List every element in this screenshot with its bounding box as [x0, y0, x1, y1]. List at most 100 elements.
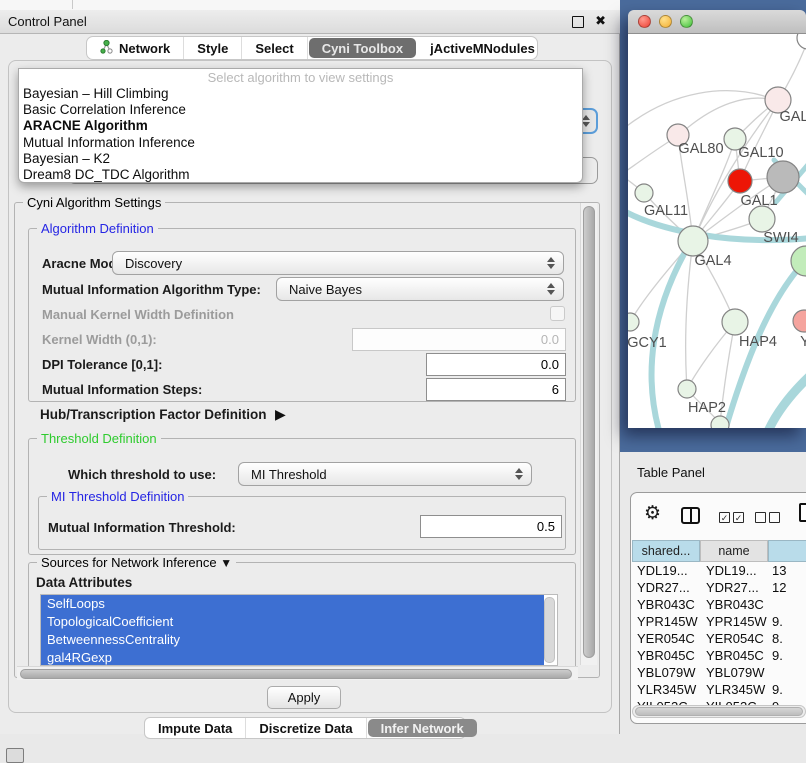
table-cell: YDR27...	[700, 579, 768, 596]
network-node[interactable]	[767, 161, 799, 193]
sources-title[interactable]: Sources for Network Inference ▼	[37, 555, 236, 570]
dpi-tolerance-field[interactable]: 0.0	[426, 353, 566, 376]
table-row[interactable]: YPR145WYPR145W9.	[632, 613, 806, 630]
mi-steps-field[interactable]: 6	[426, 378, 566, 401]
data-attributes-listbox[interactable]: SelfLoopsTopologicalCoefficientBetweenne…	[40, 594, 558, 666]
table-row[interactable]: YBR043CYBR043C	[632, 596, 806, 613]
node-label: Y	[800, 334, 806, 350]
tab-label: Style	[197, 41, 228, 56]
attribute-item[interactable]: BetweennessCentrality	[41, 631, 544, 649]
algorithm-option[interactable]: Bayesian – K2	[19, 151, 582, 167]
table-row[interactable]: YDR27...YDR27...12	[632, 579, 806, 596]
mi-steps-label: Mutual Information Steps:	[42, 382, 202, 397]
mi-threshold-field[interactable]: 0.5	[420, 515, 562, 538]
select-all-check-icon[interactable]: ✓	[733, 512, 744, 523]
zoom-window-icon[interactable]	[680, 15, 693, 28]
table-cell: YLR345W	[700, 681, 768, 698]
mi-threshold-label: Mutual Information Threshold:	[48, 520, 236, 535]
tab-label: Select	[255, 41, 293, 56]
float-window-icon[interactable]	[572, 16, 584, 28]
network-node[interactable]	[728, 169, 752, 193]
deselect-all-icon[interactable]	[755, 512, 766, 523]
column-header-cut[interactable]	[768, 540, 806, 562]
columns-icon[interactable]	[681, 507, 700, 524]
mi-threshold-definition-title: MI Threshold Definition	[47, 489, 188, 504]
settings-horizontal-scrollbar[interactable]	[17, 666, 578, 680]
which-threshold-combobox[interactable]: MI Threshold	[238, 462, 532, 486]
tab-select[interactable]: Select	[242, 37, 307, 59]
attribute-item[interactable]: TopologicalCoefficient	[41, 613, 544, 631]
close-panel-icon[interactable]: ✖	[595, 13, 606, 29]
table-horizontal-scrollbar[interactable]	[632, 705, 806, 718]
algorithm-option[interactable]: Mutual Information Inference	[19, 135, 582, 151]
table-row[interactable]: YBR045CYBR045C9.	[632, 647, 806, 664]
minimize-window-icon[interactable]	[659, 15, 672, 28]
apply-button[interactable]: Apply	[267, 686, 341, 709]
algorithm-option[interactable]: Bayesian – Hill Climbing	[19, 86, 582, 102]
document-icon[interactable]	[799, 503, 806, 522]
table-cell: YPR145W	[700, 613, 768, 630]
close-window-icon[interactable]	[638, 15, 651, 28]
tab-label: Infer Network	[381, 721, 464, 736]
algorithm-option[interactable]: ARACNE Algorithm	[19, 118, 582, 134]
tab-discretize-data[interactable]: Discretize Data	[246, 718, 366, 738]
column-header-shared[interactable]: shared...	[632, 540, 700, 562]
tab-label: jActiveMNodules	[430, 41, 535, 56]
tab-impute-data[interactable]: Impute Data	[145, 718, 246, 738]
control-panel-title: Control Panel	[8, 10, 87, 33]
node-label: GAL10	[738, 145, 783, 161]
network-edge[interactable]	[686, 241, 693, 389]
column-header-name[interactable]: name	[700, 540, 768, 562]
scrollbar-thumb[interactable]	[635, 707, 803, 716]
network-node[interactable]	[628, 313, 639, 331]
table-row[interactable]: YDL19...YDL19...13	[632, 562, 806, 579]
scrollbar-thumb[interactable]	[20, 669, 572, 679]
deselect-all-icon[interactable]	[769, 512, 780, 523]
scrollbar-thumb[interactable]	[583, 206, 595, 658]
attribute-item[interactable]: SelfLoops	[41, 595, 544, 613]
attributes-scrollbar[interactable]	[544, 597, 555, 663]
tab-label: Cyni Toolbox	[322, 41, 403, 56]
tab-network[interactable]: Network	[87, 37, 184, 59]
network-canvas[interactable]: GALGAL80GAL10GAL1GAL11SWI4GAL4GCY1HAP4YH…	[628, 34, 806, 428]
network-edge[interactable]	[628, 91, 778, 130]
settings-vertical-scrollbar[interactable]	[580, 203, 597, 665]
tab-style[interactable]: Style	[184, 37, 242, 59]
network-node[interactable]	[711, 416, 729, 428]
network-node[interactable]	[678, 380, 696, 398]
manual-kernel-checkbox[interactable]	[550, 306, 565, 321]
select-all-check-icon[interactable]: ✓	[719, 512, 730, 523]
node-label: GAL80	[678, 141, 723, 157]
network-node[interactable]	[749, 206, 775, 232]
tab-infer-network[interactable]: Infer Network	[368, 719, 477, 737]
algorithm-option[interactable]: Dream8 DC_TDC Algorithm	[19, 167, 582, 183]
table-cell	[768, 596, 806, 613]
tab-jactivemnodules[interactable]: jActiveMNodules	[417, 37, 548, 59]
table-cell: 9.	[768, 681, 806, 698]
algorithm-option[interactable]: Basic Correlation Inference	[19, 102, 582, 118]
network-node[interactable]	[635, 184, 653, 202]
kernel-width-field[interactable]: 0.0	[352, 328, 566, 351]
collapse-down-icon[interactable]: ▼	[220, 556, 232, 570]
hub-definition-label[interactable]: Hub/Transcription Factor Definition	[40, 407, 267, 422]
node-label: GAL1	[740, 193, 777, 209]
network-node[interactable]	[797, 34, 806, 49]
table-row[interactable]: YLR345WYLR345W9.	[632, 681, 806, 698]
mi-type-label: Mutual Information Algorithm Type:	[42, 282, 261, 297]
table-cell: YBR043C	[632, 596, 700, 613]
table-row[interactable]: YER054CYER054C8.	[632, 630, 806, 647]
network-node[interactable]	[722, 309, 748, 335]
network-icon	[100, 40, 113, 57]
gear-icon[interactable]: ⚙	[644, 504, 661, 523]
table-row[interactable]: YBL079WYBL079W	[632, 664, 806, 681]
network-node[interactable]	[793, 310, 806, 332]
table-cell: YBR045C	[700, 647, 768, 664]
collapsed-panel-icon[interactable]	[6, 748, 24, 763]
attribute-item[interactable]: gal4RGexp	[41, 649, 544, 666]
tab-cyni-toolbox[interactable]: Cyni Toolbox	[309, 38, 416, 58]
network-edge[interactable]	[766, 374, 806, 428]
mi-type-combobox[interactable]: Naive Bayes	[276, 277, 564, 301]
aracne-mode-combobox[interactable]: Discovery	[112, 251, 564, 275]
network-node[interactable]	[678, 226, 708, 256]
expand-right-icon[interactable]: ▶	[275, 406, 286, 423]
